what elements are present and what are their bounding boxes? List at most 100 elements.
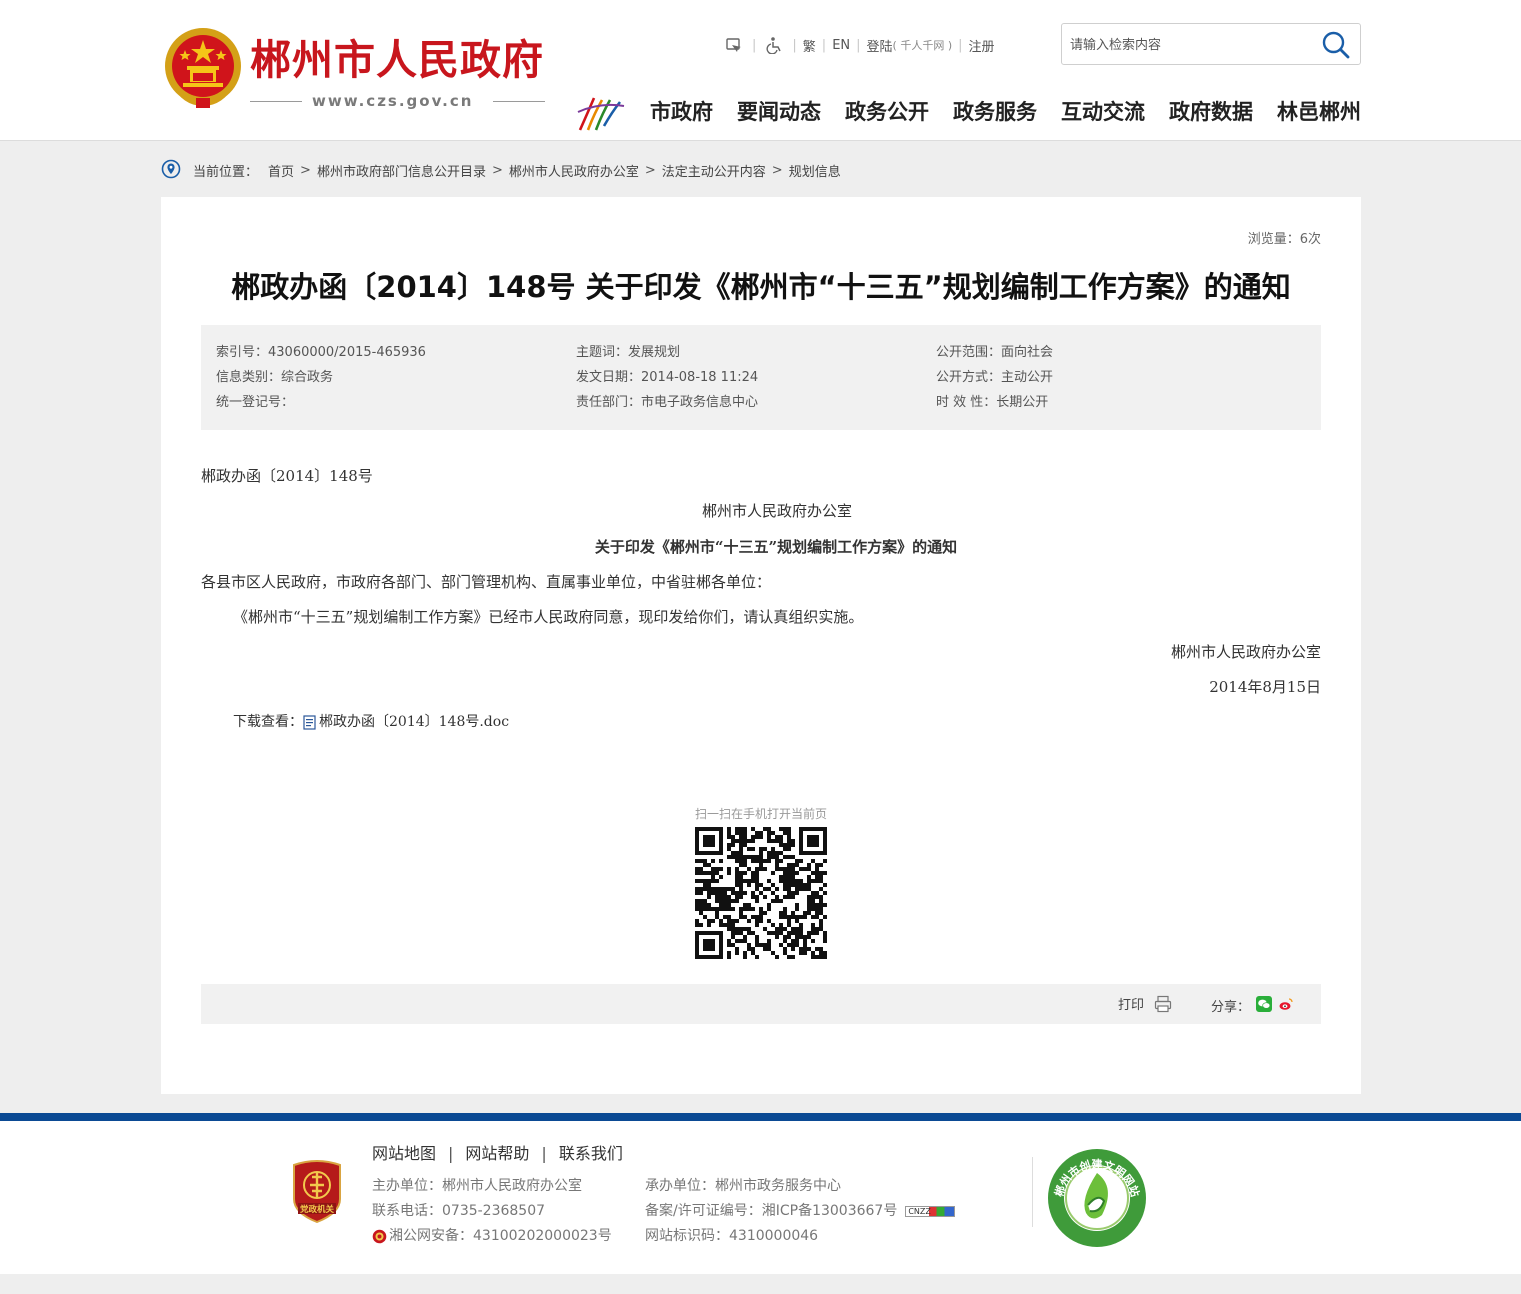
search-icon — [1322, 31, 1350, 59]
page-bottom-strip — [0, 1274, 1521, 1294]
breadcrumb-item[interactable]: 法定主动公开内容 — [662, 161, 766, 180]
footer-accent-bar — [0, 1113, 1521, 1121]
police-badge-icon — [372, 1229, 387, 1243]
separator: | — [821, 37, 827, 53]
footer-site-id: 网站标识码：4310000046 — [645, 1228, 819, 1244]
meta-method: 公开方式：主动公开 — [936, 370, 1054, 385]
divider — [1032, 1157, 1033, 1227]
document-subtitle: 关于印发《郴州市“十三五”规划编制工作方案》的通知 — [594, 538, 958, 556]
separator: | — [792, 37, 797, 53]
breadcrumb-item[interactable]: 郴州市人民政府办公室 — [509, 161, 639, 180]
wechat-icon[interactable] — [1256, 996, 1272, 1012]
breadcrumb-separator: > — [300, 162, 311, 178]
nav-item-services[interactable]: 政务服务 — [953, 96, 1037, 128]
wheelchair-icon[interactable] — [764, 35, 784, 55]
meta-issue-date: 发文日期：2014-08-18 11:24 — [576, 370, 759, 385]
login-note: ( 千人千网 ) — [892, 39, 953, 52]
national-emblem-icon[interactable] — [163, 26, 243, 110]
breadcrumb-item[interactable]: 郴州市政府部门信息公开目录 — [317, 161, 486, 180]
divider — [493, 101, 545, 102]
breadcrumb-item[interactable]: 规划信息 — [789, 161, 841, 180]
meta-subject: 主题词：发展规划 — [576, 345, 681, 360]
footer-undertaker: 承办单位：郴州市政务服务中心 — [645, 1178, 841, 1194]
issuer: 郴州市人民政府办公室 — [701, 502, 852, 520]
register-link[interactable]: 注册 — [969, 36, 995, 55]
site-footer: 党政机关 网站地图 | 网站帮助 | 联系我们 主办单位：郴州市人民政府办公室 … — [0, 1121, 1521, 1274]
main-nav: 市政府 要闻动态 政务公开 政务服务 互动交流 政府数据 林邑郴州 — [650, 96, 1361, 128]
breadcrumb-separator: > — [644, 162, 656, 178]
download-label: 下载查看： — [233, 714, 303, 730]
meta-department: 责任部门：市电子政务信息中心 — [576, 395, 759, 410]
download-row: 下载查看： 郴政办函〔2014〕148号.doc — [233, 711, 509, 733]
meta-validity: 时 效 性：长期公开 — [936, 395, 1049, 410]
article-title: 郴政办函〔2014〕148号 关于印发《郴州市“十三五”规划编制工作方案》的通知 — [231, 270, 1291, 304]
printer-icon — [1154, 995, 1172, 1012]
site-url: www.czs.gov.cn — [312, 92, 474, 110]
badge-left-text: 党政机关 — [300, 1204, 335, 1215]
print-button[interactable]: 打印 — [1118, 994, 1172, 1013]
login-link[interactable]: 登陆 — [867, 36, 893, 55]
city-brand-logo-icon — [577, 97, 625, 131]
footer-link-contact[interactable]: 联系我们 — [559, 1143, 623, 1165]
accessibility-icon[interactable] — [724, 35, 744, 55]
meta-category: 信息类别：综合政务 — [216, 370, 334, 385]
footer-police-link[interactable]: 湘公网安备：43100202000023号 — [389, 1226, 612, 1246]
english-link[interactable]: EN — [832, 38, 850, 53]
breadcrumb-separator: > — [491, 162, 503, 178]
body-paragraph: 《郴州市“十三五”规划编制工作方案》已经市人民政府同意，现印发给你们，请认真组织… — [233, 608, 864, 626]
breadcrumb-separator: > — [771, 162, 783, 178]
article-card: 浏览量：6次 郴政办函〔2014〕148号 关于印发《郴州市“十三五”规划编制工… — [161, 197, 1361, 1094]
site-url-row: www.czs.gov.cn — [250, 90, 546, 112]
footer-link-sitemap[interactable]: 网站地图 — [372, 1143, 436, 1165]
location-pin-icon — [161, 159, 181, 179]
footer-links: 网站地图 | 网站帮助 | 联系我们 — [372, 1143, 623, 1165]
nav-item-linyi-chenzhou[interactable]: 林邑郴州 — [1277, 96, 1361, 128]
breadcrumb: 当前位置： 首页 > 郴州市政府部门信息公开目录 > 郴州市人民政府办公室 > … — [161, 158, 841, 182]
site-header: 郴州市人民政府 www.czs.gov.cn | | 繁 | EN | 登陆 (… — [0, 0, 1521, 141]
document-number: 郴政办函〔2014〕148号 — [201, 467, 373, 485]
separator: | — [958, 37, 963, 53]
footer-host: 主办单位：郴州市人民政府办公室 — [372, 1178, 582, 1194]
cnzz-badge[interactable]: CNZZ — [905, 1205, 956, 1217]
top-utility-bar: | | 繁 | EN | 登陆 ( 千人千网 ) | 注册 — [722, 34, 995, 56]
weibo-icon[interactable] — [1278, 996, 1294, 1012]
footer-link-help[interactable]: 网站帮助 — [465, 1143, 529, 1165]
share-label: 分享： — [1211, 1000, 1251, 1015]
metadata-panel: 索引号：43060000/2015-465936 信息类别：综合政务 统一登记号… — [201, 325, 1321, 430]
download-file-link[interactable]: 郴政办函〔2014〕148号.doc — [319, 711, 509, 733]
print-label: 打印 — [1118, 998, 1145, 1013]
qr-code-icon — [695, 827, 827, 959]
separator: | — [856, 37, 861, 53]
footer-police-row: 湘公网安备：43100202000023号 — [372, 1226, 612, 1246]
article-toolbar: 打印 分享： — [201, 984, 1321, 1024]
nav-item-news[interactable]: 要闻动态 — [737, 96, 821, 128]
meta-registration-no: 统一登记号： — [216, 395, 295, 410]
footer-phone: 联系电话：0735-2368507 — [372, 1203, 546, 1219]
nav-item-interaction[interactable]: 互动交流 — [1061, 96, 1145, 128]
separator: | — [448, 1144, 454, 1163]
divider — [250, 101, 302, 102]
site-title[interactable]: 郴州市人民政府 — [250, 34, 544, 86]
signature-date: 2014年8月15日 — [1209, 678, 1321, 696]
breadcrumb-item[interactable]: 首页 — [268, 161, 294, 180]
nav-item-city-government[interactable]: 市政府 — [650, 96, 713, 128]
nav-item-public-affairs[interactable]: 政务公开 — [845, 96, 929, 128]
footer-icp-row: 备案/许可证编号：湘ICP备13003667号 CNZZ — [645, 1201, 956, 1221]
recipients: 各县市区人民政府，市政府各部门、部门管理机构、直属事业单位，中省驻郴各单位： — [201, 573, 772, 591]
search-input[interactable] — [1070, 34, 1310, 56]
separator: | — [541, 1144, 547, 1163]
doc-file-icon — [303, 714, 316, 730]
qr-caption: 扫一扫在手机打开当前页 — [694, 807, 827, 821]
search-box — [1061, 23, 1361, 65]
breadcrumb-label: 当前位置： — [193, 164, 259, 180]
party-government-badge-icon[interactable]: 党政机关 — [290, 1159, 344, 1223]
signature-org: 郴州市人民政府办公室 — [1170, 643, 1321, 661]
civilized-website-badge-icon[interactable]: 郴州市创建文明网站 — [1046, 1147, 1148, 1249]
separator: | — [752, 37, 757, 53]
nav-item-gov-data[interactable]: 政府数据 — [1169, 96, 1253, 128]
meta-scope: 公开范围：面向社会 — [936, 345, 1054, 360]
footer-icp-link[interactable]: 备案/许可证编号：湘ICP备13003667号 — [645, 1201, 897, 1221]
search-button[interactable] — [1320, 29, 1352, 61]
traditional-chinese-link[interactable]: 繁 — [803, 36, 816, 55]
view-count: 浏览量：6次 — [1247, 232, 1321, 247]
